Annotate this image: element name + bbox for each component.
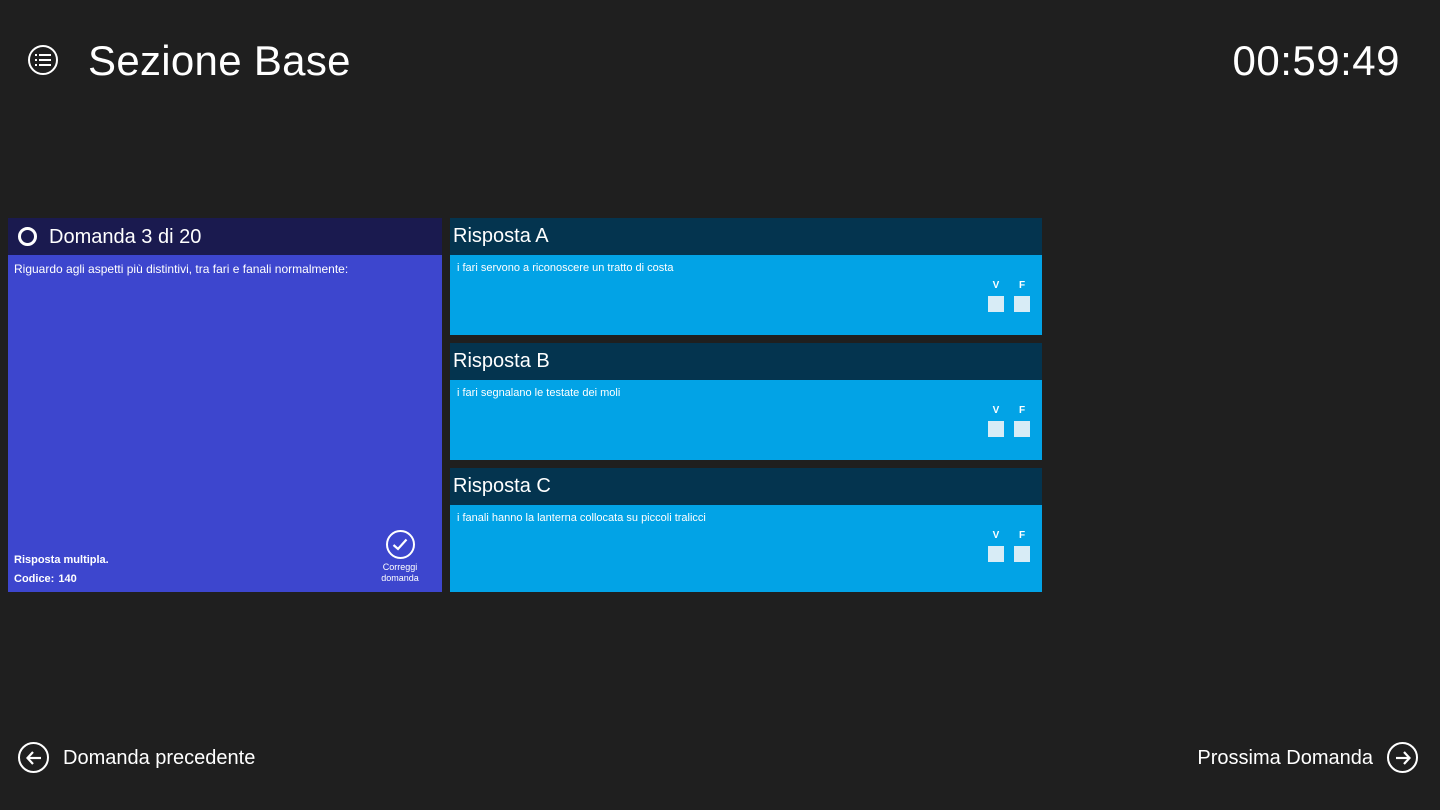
answer-b-choices: V F xyxy=(988,405,1030,437)
question-type: Risposta multipla. xyxy=(14,554,109,566)
answer-b-true-label: V xyxy=(992,405,1000,416)
previous-question-label: Domanda precedente xyxy=(63,746,256,769)
answer-b-false-label: F xyxy=(1018,405,1026,416)
answer-a-title: Risposta A xyxy=(450,218,1042,255)
answer-c-body: i fanali hanno la lanterna collocata su … xyxy=(450,505,1042,592)
answer-a-text: i fari servono a riconoscere un tratto d… xyxy=(457,262,674,274)
answer-a-false-checkbox[interactable] xyxy=(1014,296,1030,312)
answer-c-false-label: F xyxy=(1018,530,1026,541)
answer-card-b: Risposta B i fari segnalano le testate d… xyxy=(450,343,1042,460)
question-title: Domanda 3 di 20 xyxy=(49,225,202,248)
question-body: Riguardo agli aspetti più distintivi, tr… xyxy=(8,255,442,592)
answer-b-false-checkbox[interactable] xyxy=(1014,421,1030,437)
next-question-button[interactable]: Prossima Domanda xyxy=(1197,742,1418,773)
check-question-label-1: Correggi xyxy=(382,562,418,572)
check-question-label-2: domanda xyxy=(381,573,419,583)
page-title: Sezione Base xyxy=(88,37,351,84)
answer-a-false-label: F xyxy=(1018,280,1026,291)
answer-a-true-checkbox[interactable] xyxy=(988,296,1004,312)
answer-b-text: i fari segnalano le testate dei moli xyxy=(457,387,621,399)
next-question-label: Prossima Domanda xyxy=(1197,746,1373,769)
question-card: Domanda 3 di 20 Riguardo agli aspetti pi… xyxy=(8,218,442,592)
answer-b-body: i fari segnalano le testate dei moli V F xyxy=(450,380,1042,460)
answer-c-title: Risposta C xyxy=(450,468,1042,505)
question-code: Codice: 140 xyxy=(14,573,77,585)
answer-b-true-checkbox[interactable] xyxy=(988,421,1004,437)
question-code-value: 140 xyxy=(58,573,77,585)
answer-c-true-checkbox[interactable] xyxy=(988,546,1004,562)
list-icon xyxy=(35,54,51,66)
answer-c-text: i fanali hanno la lanterna collocata su … xyxy=(457,512,706,524)
answer-c-choices: V F xyxy=(988,530,1030,562)
answer-card-c: Risposta C i fanali hanno la lanterna co… xyxy=(450,468,1042,592)
check-question-button[interactable]: Correggi domanda xyxy=(378,530,422,584)
arrow-left-icon xyxy=(18,742,49,773)
answer-c-true-label: V xyxy=(992,530,1000,541)
question-header: Domanda 3 di 20 xyxy=(8,218,442,255)
menu-button[interactable] xyxy=(28,45,58,75)
answer-c-false-checkbox[interactable] xyxy=(1014,546,1030,562)
checkmark-icon xyxy=(385,530,415,559)
answer-card-a: Risposta A i fari servono a riconoscere … xyxy=(450,218,1042,335)
answer-b-title: Risposta B xyxy=(450,343,1042,380)
countdown-timer: 00:59:49 xyxy=(1232,37,1400,84)
question-status-circle-icon xyxy=(18,227,37,246)
answer-a-choices: V F xyxy=(988,280,1030,312)
question-text: Riguardo agli aspetti più distintivi, tr… xyxy=(14,262,349,276)
answer-a-true-label: V xyxy=(992,280,1000,291)
question-code-label: Codice: xyxy=(14,573,55,585)
arrow-right-icon xyxy=(1387,742,1418,773)
answer-a-body: i fari servono a riconoscere un tratto d… xyxy=(450,255,1042,335)
previous-question-button[interactable]: Domanda precedente xyxy=(18,742,255,773)
